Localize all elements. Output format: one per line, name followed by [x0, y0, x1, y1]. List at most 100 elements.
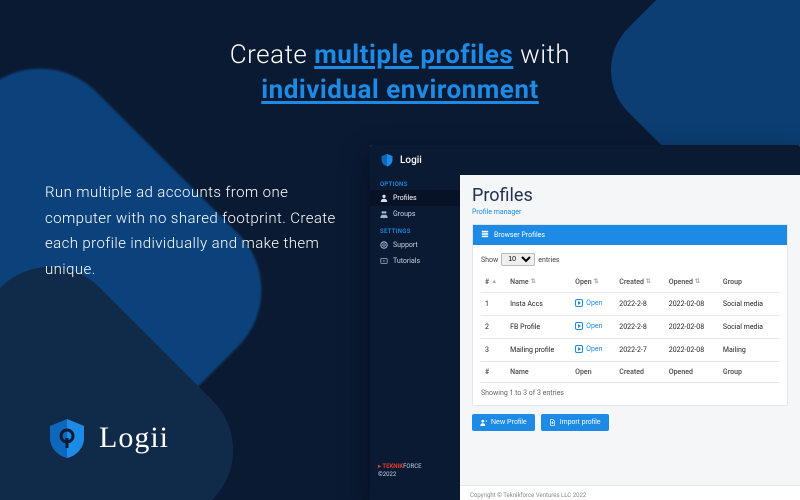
- open-profile-link[interactable]: Open: [575, 322, 602, 330]
- sidebar-group-label: OPTIONS: [370, 175, 460, 190]
- col-group-foot: Group: [719, 362, 779, 383]
- cell-idx: 3: [481, 339, 506, 362]
- cell-name: Insta Accs: [506, 293, 571, 316]
- sidebar-item-label: Profiles: [393, 194, 417, 202]
- table-row: 1Insta Accs Open 2022-2-82022-02-08Social …: [481, 293, 779, 316]
- sort-icon: ⇅: [646, 279, 651, 285]
- cell-created: 2022-2-8: [615, 293, 665, 316]
- cell-opened: 2022-02-08: [665, 293, 719, 316]
- titlebar: Logii: [370, 145, 800, 175]
- col-name-foot: Name: [506, 362, 571, 383]
- user-icon: [380, 194, 388, 202]
- users-icon: [380, 210, 388, 218]
- cell-created: 2022-2-7: [615, 339, 665, 362]
- main-content: Profiles Profile manager Browser Profile…: [460, 175, 800, 485]
- sidebar-item-label: Support: [393, 241, 418, 249]
- headline-text: with: [513, 40, 570, 70]
- titlebar-title: Logii: [400, 155, 422, 166]
- new-profile-button[interactable]: New Profile: [472, 414, 535, 431]
- cell-group: Social media: [719, 293, 779, 316]
- sidebar-item-support[interactable]: Support: [370, 237, 460, 253]
- col-idx[interactable]: #▲: [481, 272, 506, 293]
- import-profile-button[interactable]: Import profile: [541, 414, 609, 431]
- headline-emphasis: individual environment: [261, 75, 538, 105]
- sidebar-item-profiles[interactable]: Profiles: [370, 190, 460, 206]
- col-open[interactable]: Open⇅: [571, 272, 615, 293]
- panel-body: Show 10 entries #▲ Name⇅ Open⇅ Cr: [473, 245, 787, 405]
- cell-group: Mailing: [719, 339, 779, 362]
- cell-name: Mailing profile: [506, 339, 571, 362]
- col-created-foot: Created: [615, 362, 665, 383]
- cell-open: Open: [571, 339, 615, 362]
- page-title: Profiles: [472, 185, 788, 206]
- label-text: entries: [538, 256, 559, 264]
- table-row: 3Mailing profile Open 2022-2-72022-02-08Ma…: [481, 339, 779, 362]
- user-plus-icon: [480, 419, 487, 426]
- button-label: New Profile: [491, 419, 527, 426]
- brand-name: Logii: [99, 421, 169, 455]
- action-buttons: New Profile Import profile: [472, 414, 788, 431]
- play-icon: [575, 299, 583, 307]
- col-opened-foot: Opened: [665, 362, 719, 383]
- cell-opened: 2022-02-08: [665, 339, 719, 362]
- profiles-table: #▲ Name⇅ Open⇅ Created⇅ Opened⇅ Group 1I…: [481, 272, 779, 383]
- sidebar-footer-bg: [370, 485, 460, 500]
- sort-icon: ⇅: [594, 279, 599, 285]
- headline-emphasis: multiple profiles: [314, 40, 513, 70]
- cell-idx: 2: [481, 316, 506, 339]
- open-profile-link[interactable]: Open: [575, 299, 602, 307]
- app-window: Logii OPTIONS Profiles Groups SETTINGS: [370, 145, 800, 500]
- copyright-text: Copyright © Teknikforce Ventures LLC 202…: [470, 492, 586, 499]
- label-text: Show: [481, 256, 498, 264]
- col-name[interactable]: Name⇅: [506, 272, 571, 293]
- logii-shield-icon: [380, 153, 394, 167]
- sort-icon: ⇅: [695, 279, 700, 285]
- import-icon: [549, 419, 556, 426]
- sidebar: OPTIONS Profiles Groups SETTINGS Support: [370, 175, 460, 485]
- headline: Create multiple profiles with individual…: [0, 38, 800, 108]
- button-label: Import profile: [560, 419, 601, 426]
- app-footer: Copyright © Teknikforce Ventures LLC 202…: [460, 485, 800, 500]
- cell-open: Open: [571, 316, 615, 339]
- col-created[interactable]: Created⇅: [615, 272, 665, 293]
- sidebar-item-label: Groups: [393, 210, 415, 218]
- panel-header: Browser Profiles: [473, 225, 787, 245]
- cell-opened: 2022-02-08: [665, 316, 719, 339]
- sort-icon: ⇅: [531, 279, 536, 285]
- col-opened[interactable]: Opened⇅: [665, 272, 719, 293]
- life-ring-icon: [380, 241, 388, 249]
- page-length-select[interactable]: 10: [501, 253, 535, 266]
- brand-lockup: Logii: [45, 416, 169, 460]
- page-length-control: Show 10 entries: [481, 253, 779, 266]
- col-open-foot: Open: [571, 362, 615, 383]
- cell-group: Social media: [719, 316, 779, 339]
- table-info: Showing 1 to 3 of 3 entries: [481, 389, 779, 397]
- sidebar-item-label: Tutorials: [393, 257, 420, 265]
- open-profile-link[interactable]: Open: [575, 345, 602, 353]
- panel-title: Browser Profiles: [494, 231, 545, 239]
- list-icon: [481, 230, 489, 240]
- browser-profiles-panel: Browser Profiles Show 10 entries #▲: [472, 224, 788, 406]
- vendor-logo-text: ▸ TEKNIKFORCE: [378, 463, 422, 470]
- body-copy: Run multiple ad accounts from one comput…: [45, 180, 345, 282]
- sidebar-item-tutorials[interactable]: Tutorials: [370, 253, 460, 269]
- cell-idx: 1: [481, 293, 506, 316]
- headline-text: Create: [230, 40, 314, 70]
- cell-name: FB Profile: [506, 316, 571, 339]
- copyright-year: ©2022: [378, 471, 396, 478]
- sidebar-item-groups[interactable]: Groups: [370, 206, 460, 222]
- col-group[interactable]: Group: [719, 272, 779, 293]
- sidebar-footer: ▸ TEKNIKFORCE ©2022: [370, 457, 460, 485]
- play-icon: [575, 345, 583, 353]
- sort-asc-icon: ▲: [491, 279, 497, 285]
- sidebar-group-label: SETTINGS: [370, 222, 460, 237]
- table-row: 2FB Profile Open 2022-2-82022-02-08Social …: [481, 316, 779, 339]
- page-subtitle: Profile manager: [472, 208, 788, 216]
- marketing-slide: Create multiple profiles with individual…: [0, 0, 800, 500]
- cell-created: 2022-2-8: [615, 316, 665, 339]
- play-icon: [575, 322, 583, 330]
- film-icon: [380, 257, 388, 265]
- logii-shield-icon: [45, 416, 89, 460]
- col-idx-foot: #: [481, 362, 506, 383]
- cell-open: Open: [571, 293, 615, 316]
